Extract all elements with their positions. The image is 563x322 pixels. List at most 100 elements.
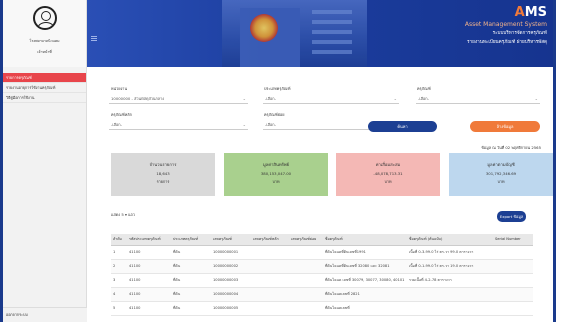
card-title: มูลค่าสินทรัพย์ xyxy=(262,162,290,167)
table-row[interactable]: 5 41100 ที่ดิน 10000000005 ที่ดินโฉนดเลขที่ xyxy=(111,301,533,316)
logout-button[interactable]: ออกจากระบบ xyxy=(3,307,87,322)
card-value: 18,643 xyxy=(156,171,170,176)
column-header[interactable]: ลำดับ xyxy=(111,234,127,246)
sidebar-menu: รายการครุภัณฑ์ รายงานอายุการใช้งานครุภัณ… xyxy=(3,73,86,103)
asset-select[interactable]: -เลือก- ⌄ xyxy=(416,94,540,104)
table-cell: เนื้อที่ 0-1-99.0 ไร่ ตร.วา 19.0 ตารางวา xyxy=(407,259,493,274)
export-button[interactable]: Export ข้อมูล xyxy=(497,211,526,222)
header-banner: AMS Asset Management System ระบบบริหารจั… xyxy=(87,0,553,67)
table-cell xyxy=(289,273,323,288)
user-name: โรงพยาบาลนิวแฮม xyxy=(29,39,60,43)
table-cell xyxy=(493,259,533,274)
sidebar-item-asset-age-report[interactable]: รายงานอายุการใช้งานครุภัณฑ์ xyxy=(3,83,86,93)
table-cell xyxy=(251,273,289,288)
table-length-control: แสดง 5 ▾ แถว xyxy=(111,212,135,217)
agency-select[interactable]: 10000000 - ส่วนพัสดุส่วนกลาง ⌄ xyxy=(109,94,248,104)
table-cell: ที่ดิน xyxy=(171,259,211,274)
table-cell: 10000000005 xyxy=(211,301,251,316)
table-cell: 10000000004 xyxy=(211,287,251,302)
category-select[interactable]: -เลือก- ⌄ xyxy=(263,94,399,104)
column-header[interactable]: เลขครุภัณฑ์ xyxy=(211,234,251,246)
card-title: จำนวนรายการ xyxy=(149,162,177,167)
hamburger-menu-icon[interactable] xyxy=(91,36,97,41)
chevron-down-icon: ⌄ xyxy=(534,96,538,101)
column-header[interactable]: ชื่อครุภัณฑ์ xyxy=(323,234,407,246)
length-prefix: แสดง xyxy=(111,212,121,217)
main-content: หน่วยงาน 10000000 - ส่วนพัสดุส่วนกลาง ⌄ ป… xyxy=(87,67,553,322)
table-cell: 1 xyxy=(111,245,127,260)
table-cell: รวมเนื้อที่ 4-2-78 ตารางวา xyxy=(407,273,493,288)
emblem-logo xyxy=(250,14,278,42)
table-cell: 5 xyxy=(111,301,127,316)
clear-button[interactable]: ล้างข้อมูล xyxy=(470,121,540,132)
user-avatar-icon xyxy=(32,6,57,30)
table-cell: ที่ดิน xyxy=(171,301,211,316)
column-header[interactable]: เลขครุภัณฑ์ย่อย xyxy=(289,234,323,246)
length-select[interactable]: 5 xyxy=(121,212,123,217)
table-row[interactable]: 3 41100 ที่ดิน 10000000003 ที่ดินโฉนด เลขที่… xyxy=(111,273,533,288)
user-panel: โรงพยาบาลนิวแฮม เจ้าหน้าที่ xyxy=(3,0,86,67)
table-cell xyxy=(289,259,323,274)
card-value: 380,153,047.00 xyxy=(260,171,292,176)
summary-card-book-value: มูลค่าตามบัญชี 301,792,346.69 บาท xyxy=(449,153,553,196)
card-title: ค่าเสื่อมสะสม xyxy=(375,162,401,167)
table-cell: ที่ดิน xyxy=(171,273,211,288)
table-cell xyxy=(289,287,323,302)
data-as-of-date: ข้อมูล ณ วันที่ 02 พฤศจิกายน 2565 xyxy=(481,145,541,150)
sidebar: โรงพยาบาลนิวแฮม เจ้าหน้าที่ รายการครุภัณ… xyxy=(3,0,87,322)
table-cell: ที่ดินโฉนดเลขที่ 2821 xyxy=(323,287,407,302)
table-cell: 10000000001 xyxy=(211,245,251,260)
group-label: ครุภัณฑ์หลัก xyxy=(111,112,132,117)
category-label: ประเภทครุภัณฑ์ xyxy=(264,86,291,91)
summary-card-asset-value: มูลค่าสินทรัพย์ 380,153,047.00 บาท xyxy=(224,153,328,196)
search-button[interactable]: ค้นหา xyxy=(368,121,437,132)
table-cell: 10000000003 xyxy=(211,273,251,288)
table-row[interactable]: 4 41100 ที่ดิน 10000000004 ที่ดินโฉนดเลขที่ … xyxy=(111,287,533,302)
table-body: 1 41100 ที่ดิน 10000000001 ที่ดินโฉนดที่ดินเ… xyxy=(111,245,533,316)
summary-card-depreciation: ค่าเสื่อมสะสม -48,078,713.31 บาท xyxy=(336,153,440,196)
card-title: มูลค่าตามบัญชี xyxy=(487,162,515,167)
table-cell: 3 xyxy=(111,273,127,288)
table-cell: ที่ดินโฉนด เลขที่ 30079, 30077, 30080, 4… xyxy=(323,273,407,288)
chevron-down-icon: ⌄ xyxy=(242,96,246,101)
table-cell xyxy=(251,245,289,260)
table-cell: ที่ดิน xyxy=(171,245,211,260)
card-unit: บาท xyxy=(497,179,505,184)
card-value: 301,792,346.69 xyxy=(485,171,517,176)
card-value: -48,078,713.31 xyxy=(373,171,403,176)
building-image xyxy=(222,0,367,67)
table-cell: 41100 xyxy=(127,287,171,302)
column-header[interactable]: ประเภทครุภัณฑ์ xyxy=(171,234,211,246)
length-suffix: แถว xyxy=(128,212,135,217)
brand-block: AMS Asset Management System ระบบบริหารจั… xyxy=(465,6,547,46)
table-cell xyxy=(493,287,533,302)
table-cell xyxy=(493,301,533,316)
table-row[interactable]: 1 41100 ที่ดิน 10000000001 ที่ดินโฉนดที่ดินเ… xyxy=(111,245,533,260)
table-cell: 2 xyxy=(111,259,127,274)
table-cell: เนื้อที่ 0-3-99.0 ไร่ ตร.วา 99.0 ตารางวา xyxy=(407,245,493,260)
group-select[interactable]: -เลือก- ⌄ xyxy=(109,120,248,130)
table-cell xyxy=(407,301,493,316)
brand-system-name: Asset Management System xyxy=(464,21,547,28)
brand-logo-text: AMS xyxy=(514,5,547,20)
card-unit: รายการ xyxy=(156,179,170,184)
table-cell: 41100 xyxy=(127,245,171,260)
subgroup-label: ครุภัณฑ์ย่อย xyxy=(264,112,285,117)
agency-label: หน่วยงาน xyxy=(111,86,128,91)
chevron-down-icon: ⌄ xyxy=(242,122,246,127)
table-cell xyxy=(251,301,289,316)
brand-thai-subtitle: รายงานทะเบียนครุภัณฑ์ ฝ่ายบริหารพัสดุ xyxy=(467,40,547,45)
sidebar-item-asset-list[interactable]: รายการครุภัณฑ์ xyxy=(3,73,86,83)
asset-label: ครุภัณฑ์ xyxy=(417,86,431,91)
column-header[interactable]: รหัสประเภทครุภัณฑ์ xyxy=(127,234,171,246)
table-cell xyxy=(251,287,289,302)
asset-table: ลำดับ รหัสประเภทครุภัณฑ์ ประเภทครุภัณฑ์ … xyxy=(111,234,533,316)
column-header[interactable]: ชื่อครุภัณฑ์ (ต้นฉบับ) xyxy=(407,234,493,246)
column-header[interactable]: เลขครุภัณฑ์หลัก xyxy=(251,234,289,246)
card-unit: บาท xyxy=(272,179,280,184)
table-cell: ที่ดินโฉนดที่ดินเลขที่ 32080 และ 32081 xyxy=(323,259,407,274)
summary-card-item-count: จำนวนรายการ 18,643 รายการ xyxy=(111,153,215,196)
table-row[interactable]: 2 41100 ที่ดิน 10000000002 ที่ดินโฉนดที่ดินเ… xyxy=(111,259,533,274)
column-header[interactable]: Serial Number xyxy=(493,234,533,246)
sidebar-item-user-manual[interactable]: วิธีคู่มือการใช้งาน xyxy=(3,93,86,103)
